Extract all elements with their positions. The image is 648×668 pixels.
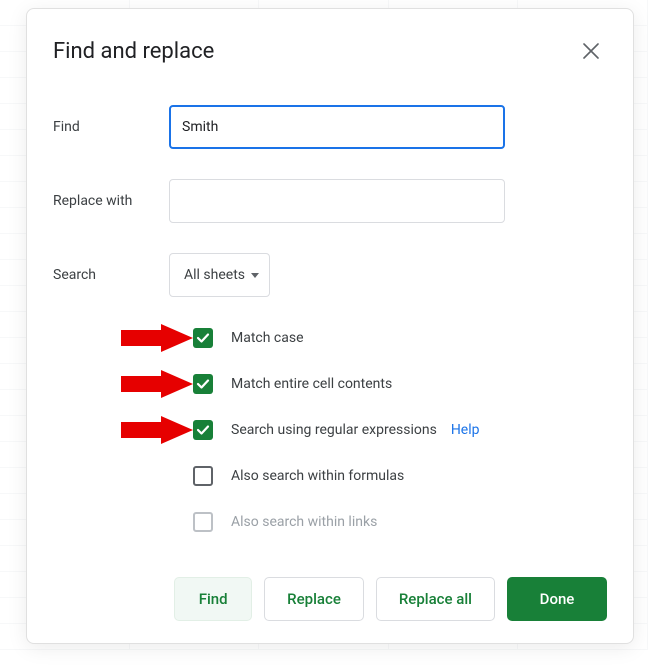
find-button[interactable]: Find [174,577,252,621]
replace-button[interactable]: Replace [264,577,364,621]
chevron-down-icon [251,273,259,278]
annotation-arrow-icon [121,370,193,398]
regex-help-link[interactable]: Help [451,422,480,438]
search-scope-select[interactable]: All sheets [169,253,270,297]
match-case-label: Match case [231,330,304,346]
regex-checkbox[interactable] [193,420,213,440]
dialog-title: Find and replace [53,39,214,64]
match-case-checkbox[interactable] [193,328,213,348]
search-label: Search [53,267,169,283]
check-icon [196,331,210,345]
close-button[interactable] [575,35,607,67]
regex-label: Search using regular expressions [231,422,437,438]
annotation-arrow-icon [121,324,193,352]
check-icon [196,423,210,437]
within-links-label: Also search within links [231,514,377,530]
find-label: Find [53,119,169,135]
replace-label: Replace with [53,193,169,209]
find-input[interactable] [169,105,505,149]
replace-input[interactable] [169,179,505,223]
match-entire-checkbox[interactable] [193,374,213,394]
match-entire-label: Match entire cell contents [231,376,392,392]
within-formulas-checkbox[interactable] [193,466,213,486]
close-icon [583,43,599,59]
annotation-arrow-icon [121,416,193,444]
done-button[interactable]: Done [507,577,607,621]
search-scope-value: All sheets [184,267,245,283]
within-formulas-label: Also search within formulas [231,468,404,484]
replace-all-button[interactable]: Replace all [376,577,495,621]
find-replace-dialog: Find and replace Find Replace with Searc… [26,8,634,644]
check-icon [196,377,210,391]
within-links-checkbox [193,512,213,532]
